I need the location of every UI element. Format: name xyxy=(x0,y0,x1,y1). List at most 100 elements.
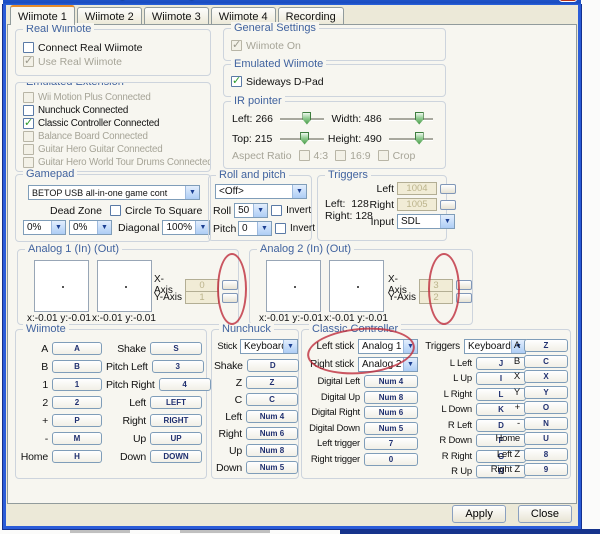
key-button[interactable]: 1 xyxy=(52,378,102,391)
map-label: Left Z xyxy=(488,449,520,460)
map-label: Digital Down xyxy=(306,423,360,434)
key-button[interactable]: DOWN xyxy=(150,450,202,463)
tab[interactable]: Wiimote 3 xyxy=(144,7,209,24)
dead-zone-x-value: 0% xyxy=(24,222,51,233)
checkbox[interactable] xyxy=(23,105,34,116)
key-button[interactable]: X xyxy=(524,370,568,383)
key-button[interactable]: Num 6 xyxy=(364,406,418,419)
key-button[interactable]: A xyxy=(52,342,102,355)
key-button[interactable]: 3 xyxy=(152,360,204,373)
pitch-select[interactable]: 0 ▼ xyxy=(238,221,272,236)
map-label: Up xyxy=(214,445,242,457)
analog1-out-coords: x:-0.01 y:-0.01 xyxy=(92,313,156,324)
key-button[interactable]: B xyxy=(52,360,102,373)
key-button[interactable]: UP xyxy=(150,432,202,445)
dead-zone-y-select[interactable]: 0% ▼ xyxy=(69,220,112,235)
key-button[interactable]: Y xyxy=(524,386,568,399)
group-wiimote-map: Wiimote A A B B xyxy=(15,329,207,479)
diagonal-select[interactable]: 100% ▼ xyxy=(162,220,210,235)
tab-label: Wiimote 1 xyxy=(18,11,67,23)
key-button[interactable]: C xyxy=(246,393,298,406)
map-label: Home xyxy=(488,433,520,444)
roll-select[interactable]: 50 ▼ xyxy=(234,203,268,218)
analog2-in-display xyxy=(266,260,321,312)
key-button[interactable]: O xyxy=(524,401,568,414)
ir-height-slider[interactable] xyxy=(389,132,433,146)
key-button[interactable]: M xyxy=(52,432,102,445)
key-button[interactable]: H xyxy=(52,450,102,463)
key-button[interactable]: N xyxy=(524,417,568,430)
map-row: Home U xyxy=(488,432,568,445)
group-title: IR pointer xyxy=(231,95,285,107)
key-button[interactable]: 7 xyxy=(364,437,418,450)
apply-button[interactable]: Apply xyxy=(452,505,506,523)
key-button[interactable]: 0 xyxy=(364,453,418,466)
checkbox[interactable] xyxy=(299,150,310,161)
close-icon[interactable]: ✕ xyxy=(559,0,577,2)
key-button[interactable]: 9 xyxy=(524,463,568,476)
key-button[interactable]: Num 4 xyxy=(246,410,298,423)
close-button[interactable]: Close xyxy=(518,505,572,523)
y-axis-label: Y-Axis xyxy=(388,292,416,303)
tab[interactable]: Wiimote 2 xyxy=(77,7,142,24)
checkbox[interactable] xyxy=(23,42,34,53)
key-button[interactable]: C xyxy=(524,355,568,368)
group-ir-pointer: IR pointer Left: 266 Width: 486 Top: 215… xyxy=(223,101,446,169)
checkbox[interactable] xyxy=(231,76,242,87)
group-emulated-extension: Emulated Extension Wii Motion Plus Conne… xyxy=(15,82,211,172)
group-emulated-wiimote: Emulated Wiimote Sideways D-Pad xyxy=(223,64,446,97)
map-row: B B xyxy=(20,360,102,373)
trigger-left-button[interactable] xyxy=(440,184,456,194)
key-button[interactable]: RIGHT xyxy=(150,414,202,427)
ir-top-slider[interactable] xyxy=(280,132,324,146)
key-button[interactable]: S xyxy=(150,342,202,355)
tab[interactable]: Wiimote 1 xyxy=(10,5,75,25)
roll-pitch-mode-select[interactable]: <Off> ▼ xyxy=(215,184,307,199)
trigger-right-button[interactable] xyxy=(440,200,456,210)
key-button[interactable]: Num 4 xyxy=(364,375,418,388)
key-button[interactable]: P xyxy=(52,414,102,427)
ir-left-slider[interactable] xyxy=(280,112,324,126)
trigger-input-select[interactable]: SDL ▼ xyxy=(397,214,455,229)
nunchuck-stick-select[interactable]: Keyboard ▼ xyxy=(240,339,298,354)
checkbox[interactable] xyxy=(23,131,34,142)
checkbox[interactable] xyxy=(378,150,389,161)
key-button[interactable]: Z xyxy=(524,339,568,352)
map-label: Left trigger xyxy=(306,438,360,449)
map-row: Digital Right Num 6 xyxy=(306,406,418,419)
checkbox[interactable] xyxy=(23,118,34,129)
key-button[interactable]: Num 5 xyxy=(246,461,298,474)
checkbox[interactable] xyxy=(275,223,286,234)
map-row: Z Z xyxy=(214,376,298,389)
key-button[interactable]: 8 xyxy=(524,448,568,461)
checkbox[interactable] xyxy=(23,144,34,155)
key-button[interactable]: Num 5 xyxy=(364,422,418,435)
map-row: Digital Left Num 4 xyxy=(306,375,418,388)
taskbar-fragment xyxy=(340,529,600,534)
tab-label: Wiimote 4 xyxy=(219,11,268,23)
checkbox-label: Guitar Hero World Tour Drums Connected xyxy=(38,157,211,168)
key-button[interactable]: D xyxy=(247,359,299,372)
ir-width-slider[interactable] xyxy=(389,112,433,126)
checkbox[interactable] xyxy=(23,92,34,103)
checkbox[interactable] xyxy=(335,150,346,161)
gamepad-device-select[interactable]: BETOP USB all-in-one game cont ▼ xyxy=(28,185,200,200)
key-button[interactable]: 2 xyxy=(52,396,102,409)
key-button[interactable]: LEFT xyxy=(150,396,202,409)
key-button[interactable]: Z xyxy=(246,376,298,389)
checkbox-label: Connect Real Wiimote xyxy=(38,42,142,54)
checkbox[interactable] xyxy=(110,205,121,216)
checkbox-label: Classic Controller Connected xyxy=(38,118,159,129)
dead-zone-x-select[interactable]: 0% ▼ xyxy=(23,220,66,235)
key-button[interactable]: 4 xyxy=(159,378,211,391)
key-button[interactable]: U xyxy=(524,432,568,445)
checkbox[interactable] xyxy=(271,205,282,216)
checkbox[interactable] xyxy=(23,56,34,67)
key-button[interactable]: Num 8 xyxy=(246,444,298,457)
checkbox-row: 16:9 xyxy=(335,149,370,162)
checkbox[interactable] xyxy=(231,40,242,51)
stick-label: Stick xyxy=(214,341,237,352)
key-button[interactable]: Num 6 xyxy=(246,427,298,440)
checkbox[interactable] xyxy=(23,157,34,168)
key-button[interactable]: Num 8 xyxy=(364,391,418,404)
